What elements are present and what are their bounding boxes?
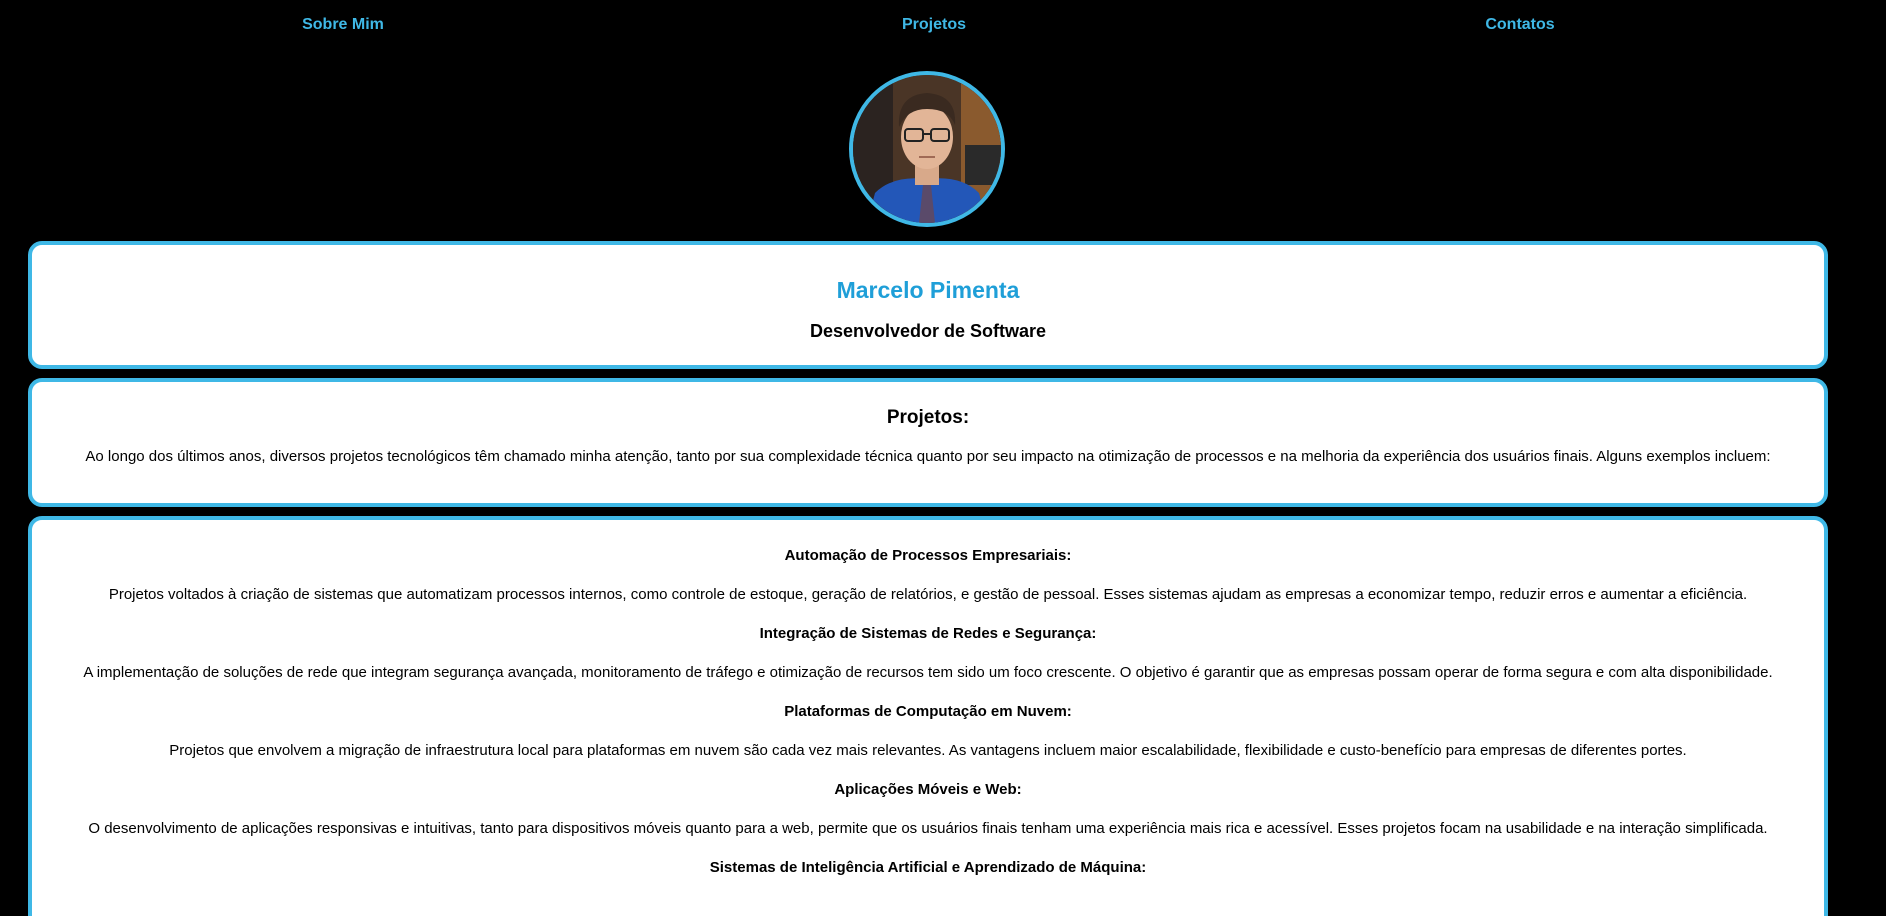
projects-list: Automação de Processos Empresariais: Pro… xyxy=(52,547,1804,898)
nav-link-contatos[interactable]: Contatos xyxy=(1485,16,1554,34)
projects-intro-card: Projetos: Ao longo dos últimos anos, div… xyxy=(28,378,1828,507)
project-description: Projetos que envolvem a migração de infr… xyxy=(169,742,1687,759)
project-description: Projetos voltados à criação de sistemas … xyxy=(108,586,1748,603)
project-description: O desenvolvimento de aplicações responsi… xyxy=(88,820,1768,837)
projects-intro-text: Ao longo dos últimos anos, diversos proj… xyxy=(85,448,1771,465)
projects-list-card: Automação de Processos Empresariais: Pro… xyxy=(28,516,1828,916)
profile-role: Desenvolvedor de Software xyxy=(809,321,1047,341)
project-title: Integração de Sistemas de Redes e Segura… xyxy=(759,625,1097,642)
profile-card: Marcelo Pimenta Desenvolvedor de Softwar… xyxy=(28,241,1828,369)
profile-name: Marcelo Pimenta xyxy=(836,277,1020,303)
project-title: Sistemas de Inteligência Artificial e Ap… xyxy=(709,859,1147,876)
nav-link-sobre-mim[interactable]: Sobre Mim xyxy=(302,16,384,34)
top-nav: Sobre Mim Projetos Contatos xyxy=(0,0,1886,50)
profile-avatar xyxy=(849,71,1005,227)
project-title: Aplicações Móveis e Web: xyxy=(834,781,1022,798)
project-title: Automação de Processos Empresariais: xyxy=(784,547,1072,564)
project-description: A implementação de soluções de rede que … xyxy=(83,664,1773,681)
profile-photo xyxy=(853,75,1001,223)
page: Sobre Mim Projetos Contatos Marcelo Pime… xyxy=(0,0,1886,916)
nav-link-projetos[interactable]: Projetos xyxy=(902,16,966,34)
project-title: Plataformas de Computação em Nuvem: xyxy=(784,703,1072,720)
projects-heading: Projetos: xyxy=(886,407,970,428)
